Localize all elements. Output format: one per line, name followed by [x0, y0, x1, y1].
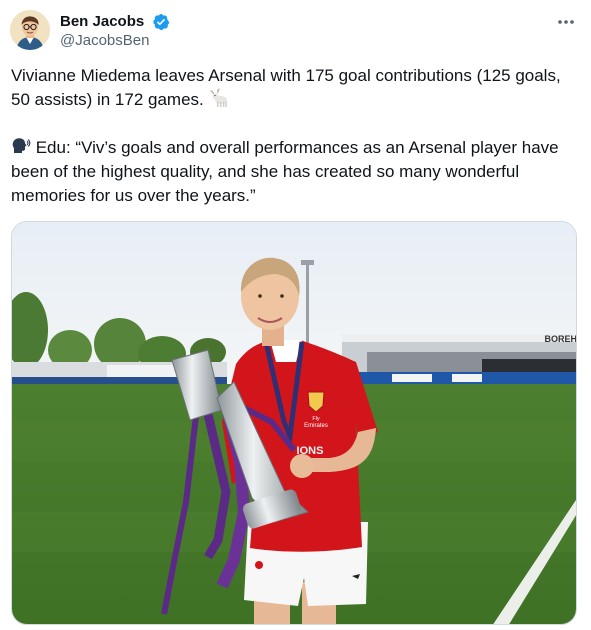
- tweet-paragraph-2: Edu: “Viv’s goals and overall performanc…: [11, 136, 581, 208]
- shirt-sponsor-top-text: Fly: [312, 416, 320, 422]
- author-handle[interactable]: @JacobsBen: [60, 31, 170, 51]
- tweet-header: Ben Jacobs @JacobsBen: [10, 10, 581, 54]
- verified-badge-icon: [152, 13, 170, 30]
- shirt-sponsor-text: Emirates: [304, 423, 328, 429]
- tweet-paragraph-1: Vivianne Miedema leaves Arsenal with 175…: [11, 64, 581, 112]
- tweet-paragraph-1-text: Vivianne Miedema leaves Arsenal with 175…: [11, 66, 561, 109]
- avatar-illustration: [10, 10, 50, 50]
- goat-emoji-icon: [209, 88, 227, 107]
- author-names: Ben Jacobs @JacobsBen: [60, 12, 170, 51]
- tweet-photo[interactable]: BOREH Fly Emirates IONS: [11, 221, 577, 625]
- tweet-text: Vivianne Miedema leaves Arsenal with 175…: [11, 64, 581, 208]
- author-display-name[interactable]: Ben Jacobs: [60, 12, 144, 31]
- speaking-head-icon: [12, 138, 31, 153]
- avatar[interactable]: [10, 10, 50, 50]
- photo-image: BOREH Fly Emirates IONS: [12, 222, 577, 624]
- stadium-stand: BOREH: [342, 334, 577, 384]
- tweet-paragraph-2-text: Edu: “Viv’s goals and overall performanc…: [11, 138, 559, 205]
- stadium-sign-text: BOREH: [544, 334, 577, 344]
- more-options-icon[interactable]: [555, 12, 577, 32]
